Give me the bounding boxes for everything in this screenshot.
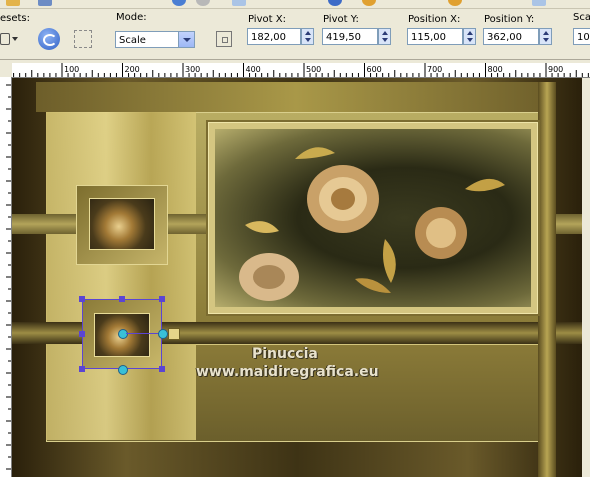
watermark-url: www.maidiregrafica.eu — [196, 364, 379, 380]
scale-input[interactable]: 10 — [573, 28, 590, 45]
horizontal-ruler-ticks: 100 200 300 400 500 600 700 800 900 — [13, 63, 589, 77]
mode-label: Mode: — [116, 12, 147, 23]
handle-top-left[interactable] — [79, 296, 85, 302]
pivot-y-spinner[interactable] — [378, 28, 391, 45]
top-stripe-band — [36, 82, 556, 112]
image-canvas[interactable]: Pinuccia www.maidiregrafica.eu — [12, 78, 582, 477]
pivot-x-spinner[interactable] — [301, 28, 314, 45]
position-x-label: Position X: — [408, 14, 461, 25]
help-icon[interactable] — [328, 0, 342, 6]
pivot-y-label: Pivot Y: — [323, 14, 359, 25]
position-x-spinner[interactable] — [463, 28, 476, 45]
reset-button[interactable] — [38, 28, 60, 50]
transform-icon[interactable] — [74, 30, 92, 48]
position-y-label: Position Y: — [484, 14, 535, 25]
ruler-label: 600 — [367, 65, 382, 74]
ruler-corner — [0, 63, 12, 77]
ruler-label: 300 — [185, 65, 200, 74]
lower-right-panel — [196, 344, 538, 441]
handle-top-middle[interactable] — [119, 296, 125, 302]
undo-icon[interactable] — [172, 0, 186, 6]
handle-bottom-left[interactable] — [79, 366, 85, 372]
vertical-scrollbar[interactable] — [583, 78, 590, 477]
ruler-label: 700 — [427, 65, 442, 74]
position-y-spinner[interactable] — [539, 28, 552, 45]
vertical-ruler[interactable] — [0, 77, 12, 477]
chevron-down-icon — [12, 37, 18, 41]
reset-icon — [43, 34, 57, 46]
right-vertical-band — [538, 82, 556, 477]
presets-dropdown[interactable] — [0, 29, 20, 47]
small-ornament — [168, 328, 180, 340]
rose-picture-frame — [208, 122, 538, 314]
ruler-label: 100 — [64, 65, 79, 74]
handle-middle-left[interactable] — [79, 331, 85, 337]
main-toolbar — [0, 0, 590, 9]
left-plaid-column — [46, 112, 196, 440]
scale-label: Sca — [573, 12, 590, 23]
redo-icon[interactable] — [196, 0, 210, 6]
ruler-label: 500 — [306, 65, 321, 74]
pivot-point[interactable] — [118, 329, 128, 339]
zoom-out-icon[interactable] — [362, 0, 376, 6]
mode-select[interactable]: Scale — [115, 31, 179, 48]
ruler-label: 400 — [246, 65, 261, 74]
small-frame-image — [89, 198, 155, 250]
vertical-ruler-ticks — [6, 84, 11, 470]
pivot-y-input[interactable]: 419,50 — [322, 28, 378, 45]
open-icon[interactable] — [6, 0, 20, 6]
pivot-x-input[interactable]: 182,00 — [247, 28, 301, 45]
mode-dropdown-button[interactable] — [178, 31, 195, 48]
pick-tool-icon — [0, 33, 10, 45]
presets-label: esets: — [0, 13, 31, 24]
pivot-x-label: Pivot X: — [248, 14, 286, 25]
pivot-icon[interactable] — [216, 31, 232, 47]
rotation-arm-handle[interactable] — [158, 329, 168, 339]
save-icon[interactable] — [38, 0, 52, 6]
roses-illustration — [239, 147, 505, 301]
handle-top-right[interactable] — [159, 296, 165, 302]
rose-picture — [215, 129, 531, 307]
small-frame — [76, 185, 168, 265]
watermark-name: Pinuccia — [252, 346, 318, 362]
position-x-input[interactable]: 115,00 — [407, 28, 463, 45]
rotation-handle[interactable] — [118, 365, 128, 375]
handle-bottom-right[interactable] — [159, 366, 165, 372]
ruler-label: 900 — [548, 65, 563, 74]
ruler-label: 800 — [488, 65, 503, 74]
horizontal-ruler[interactable]: 100 200 300 400 500 600 700 800 900 — [12, 63, 590, 78]
position-y-input[interactable]: 362,00 — [483, 28, 539, 45]
zoom-in-icon[interactable] — [448, 0, 462, 6]
tool-options-bar: esets: Mode: Scale Pivot X: 182,00 Pivot… — [0, 9, 590, 60]
window-icon[interactable] — [532, 0, 546, 6]
copy-icon[interactable] — [232, 0, 246, 6]
ruler-label: 200 — [125, 65, 140, 74]
